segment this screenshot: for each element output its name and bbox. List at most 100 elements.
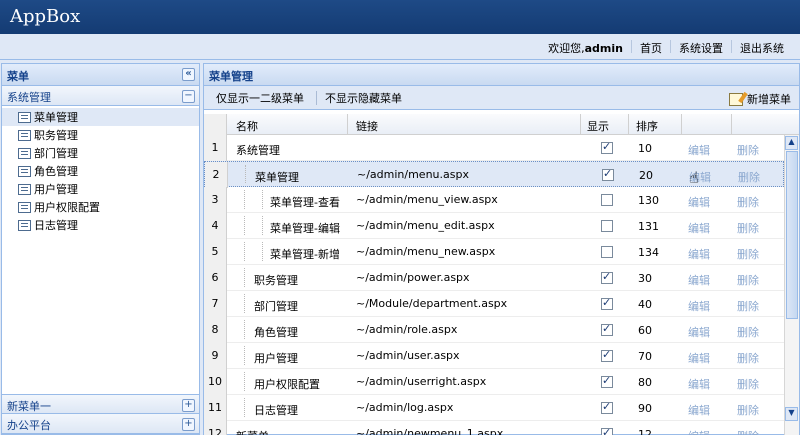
table-row[interactable]: 5 菜单管理-新增 ~/admin/menu_new.aspx 134 编辑 删除	[204, 239, 784, 265]
delete-link[interactable]: 删除	[737, 298, 759, 314]
filter-level-button[interactable]: 仅显示一二级菜单	[214, 90, 310, 106]
delete-link[interactable]: 删除	[737, 324, 759, 340]
col-name[interactable]: 名称	[236, 118, 258, 134]
minus-icon[interactable]: −	[182, 90, 195, 103]
menu-link: ~/Module/department.aspx	[356, 297, 508, 310]
menu-order: 131	[638, 220, 659, 233]
tree-item-menu[interactable]: 菜单管理	[2, 108, 199, 126]
delete-link[interactable]: 删除	[737, 142, 759, 158]
tree-item-role[interactable]: 角色管理	[2, 162, 199, 180]
edit-link[interactable]: 编辑	[688, 220, 710, 236]
table-row[interactable]: 4 菜单管理-编辑 ~/admin/menu_edit.aspx 131 编辑 删除	[204, 213, 784, 239]
scroll-down-icon[interactable]: ▼	[785, 407, 798, 421]
group-new-menu[interactable]: 新菜单一 +	[2, 394, 199, 414]
show-checkbox[interactable]	[602, 167, 614, 181]
show-checkbox[interactable]	[601, 374, 613, 388]
table-row[interactable]: 6 职务管理 ~/admin/power.aspx 30 编辑 删除	[204, 265, 784, 291]
edit-link[interactable]: 编辑	[688, 428, 710, 435]
col-order[interactable]: 排序	[636, 118, 658, 134]
logout-link[interactable]: 退出系统	[732, 40, 792, 56]
edit-link[interactable]: 编辑	[688, 376, 710, 392]
scroll-thumb[interactable]	[786, 151, 798, 319]
row-number: 9	[204, 343, 227, 369]
plus-icon[interactable]: +	[182, 399, 195, 412]
table-row[interactable]: 12 新菜单一 ~/admin/newmenu_1.aspx 12 编辑 删除	[204, 421, 784, 435]
show-checkbox[interactable]	[601, 270, 613, 284]
menu-order: 12	[638, 428, 652, 435]
group-office[interactable]: 办公平台 +	[2, 414, 199, 434]
row-number: 7	[204, 291, 227, 317]
show-checkbox[interactable]	[601, 194, 613, 206]
table-row[interactable]: 3 菜单管理-查看 ~/admin/menu_view.aspx 130 编辑 删除	[204, 187, 784, 213]
user-bar: 欢迎您,admin 首页 系统设置 退出系统	[0, 34, 800, 60]
collapse-icon[interactable]: «	[182, 68, 195, 81]
group-label: 办公平台	[7, 419, 51, 432]
main-panel: 菜单管理 仅显示一二级菜单 不显示隐藏菜单 新增菜单 名称 链接 显示 排序 1…	[203, 63, 800, 435]
delete-link[interactable]: 删除	[737, 402, 759, 418]
app-title: AppBox	[10, 6, 81, 27]
tree-item-userright[interactable]: 用户权限配置	[2, 198, 199, 216]
tree-item-department[interactable]: 部门管理	[2, 144, 199, 162]
show-checkbox[interactable]	[601, 246, 613, 258]
row-number: 10	[204, 369, 227, 395]
show-checkbox[interactable]	[601, 322, 613, 336]
group-label: 系统管理	[7, 91, 51, 104]
table-row[interactable]: 9 用户管理 ~/admin/user.aspx 70 编辑 删除	[204, 343, 784, 369]
menu-link: ~/admin/menu_view.aspx	[356, 193, 498, 206]
plus-icon[interactable]: +	[182, 418, 195, 431]
document-icon	[18, 111, 31, 123]
delete-link[interactable]: 删除	[737, 428, 759, 435]
edit-link[interactable]: 编辑	[688, 142, 710, 158]
left-menu-panel: 菜单 « 系统管理 − 菜单管理 职务管理 部门管理 角色管理 用户管理 用户权…	[1, 63, 200, 435]
menu-link: ~/admin/menu_new.aspx	[356, 245, 496, 258]
edit-link[interactable]: 编辑	[688, 350, 710, 366]
delete-link[interactable]: 删除	[737, 220, 759, 236]
table-row[interactable]: 10 用户权限配置 ~/admin/userright.aspx 80 编辑 删除	[204, 369, 784, 395]
edit-link[interactable]: 编辑	[688, 272, 710, 288]
edit-link[interactable]: 编辑	[688, 402, 710, 418]
table-row[interactable]: 11 日志管理 ~/admin/log.aspx 90 编辑 删除	[204, 395, 784, 421]
col-link[interactable]: 链接	[356, 118, 378, 134]
menu-name: 用户权限配置	[254, 378, 320, 391]
table-row[interactable]: 1 系统管理 10 编辑 删除	[204, 135, 784, 161]
show-checkbox[interactable]	[601, 140, 613, 154]
col-show[interactable]: 显示	[587, 118, 609, 134]
scroll-up-icon[interactable]: ▲	[785, 136, 798, 150]
show-checkbox[interactable]	[601, 296, 613, 310]
menu-link: ~/admin/power.aspx	[356, 271, 470, 284]
new-menu-button[interactable]: 新增菜单	[729, 91, 791, 107]
table-row[interactable]: 7 部门管理 ~/Module/department.aspx 40 编辑 删除	[204, 291, 784, 317]
tree-item-log[interactable]: 日志管理	[2, 216, 199, 234]
menu-name: 用户管理	[254, 352, 298, 365]
show-checkbox[interactable]	[601, 426, 613, 435]
grid-header: 名称 链接 显示 排序	[204, 114, 799, 135]
menu-name: 部门管理	[254, 300, 298, 313]
delete-link[interactable]: 删除	[737, 272, 759, 288]
tree-item-power[interactable]: 职务管理	[2, 126, 199, 144]
menu-link: ~/admin/newmenu_1.aspx	[356, 427, 504, 435]
settings-link[interactable]: 系统设置	[671, 40, 731, 56]
edit-link[interactable]: 编辑	[688, 324, 710, 340]
delete-link[interactable]: 删除	[737, 376, 759, 392]
edit-link[interactable]: 编辑	[688, 298, 710, 314]
delete-link[interactable]: 删除	[737, 246, 759, 262]
delete-link[interactable]: 删除	[738, 169, 760, 185]
group-system[interactable]: 系统管理 −	[2, 86, 199, 106]
filter-hidden-button[interactable]: 不显示隐藏菜单	[323, 90, 408, 106]
tree-item-user[interactable]: 用户管理	[2, 180, 199, 198]
menu-order: 60	[638, 324, 652, 337]
home-link[interactable]: 首页	[632, 40, 670, 56]
show-checkbox[interactable]	[601, 348, 613, 362]
menu-name: 菜单管理-新增	[270, 248, 340, 261]
edit-link[interactable]: 编辑	[688, 194, 710, 210]
document-icon	[18, 147, 31, 159]
welcome-text: 欢迎您,admin	[548, 42, 623, 55]
vertical-scrollbar[interactable]: ▲ ▼	[784, 135, 799, 435]
grid-toolbar: 仅显示一二级菜单 不显示隐藏菜单 新增菜单	[204, 86, 799, 110]
table-row[interactable]: 8 角色管理 ~/admin/role.aspx 60 编辑 删除	[204, 317, 784, 343]
show-checkbox[interactable]	[601, 400, 613, 414]
delete-link[interactable]: 删除	[737, 194, 759, 210]
delete-link[interactable]: 删除	[737, 350, 759, 366]
edit-link[interactable]: 编辑	[688, 246, 710, 262]
show-checkbox[interactable]	[601, 220, 613, 232]
